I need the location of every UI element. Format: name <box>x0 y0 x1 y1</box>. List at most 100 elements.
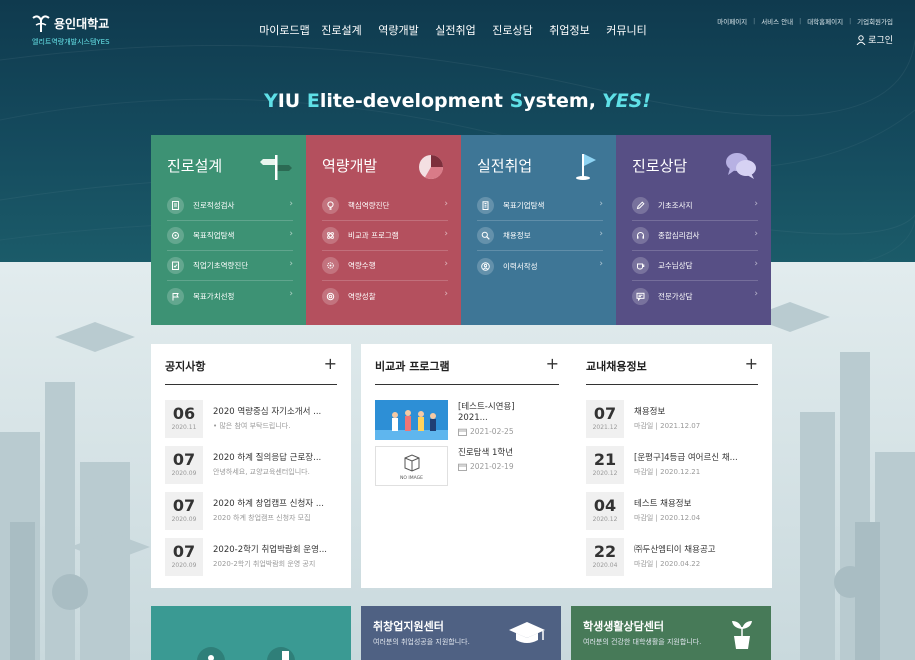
chevron-right-icon: › <box>289 259 293 269</box>
list-item[interactable]: 04 2020.12 테스트 채용정보 마감일 | 2020.12.04 <box>586 492 762 538</box>
utility-links: 마이페이지 | 서비스 안내 | 대학홈페이지 | 기업회원가입 <box>717 16 893 27</box>
chevron-right-icon: › <box>289 199 293 209</box>
item-title: 진로탐색 1학년 <box>458 448 514 458</box>
chevron-right-icon: › <box>754 199 758 209</box>
tile-title[interactable]: 진로설계 <box>167 155 222 176</box>
date-day: 22 <box>593 542 617 561</box>
list-item[interactable]: 07 2021.12 채용정보 마감일 | 2021.12.07 <box>586 400 762 446</box>
divider <box>586 384 758 385</box>
tile-menu: 목표기업탐색 › 채용정보 › 이력서작성 › <box>477 191 603 281</box>
banner-counseling-center[interactable]: 학생생활상담센터 여러분의 건강한 대학생활을 지원합니다. <box>571 606 771 660</box>
banner-quick-links[interactable] <box>151 606 351 660</box>
program-item[interactable]: [테스트-시연용] 2021... 2021-02-25 <box>375 400 565 440</box>
bulb-icon <box>322 197 339 214</box>
menu-item-basic-survey[interactable]: 기초조사지 › <box>632 191 758 221</box>
tile-employment: 실전취업 목표기업탐색 › 채용정보 › 이력서작성 › <box>461 135 616 325</box>
banner-career-center[interactable]: 취창업지원센터 여러분의 취업성공을 지원합니다. <box>361 606 561 660</box>
menu-item-competency-practice[interactable]: 역량수행 › <box>322 251 448 281</box>
menu-item-extracurricular[interactable]: 비교과 프로그램 › <box>322 221 448 251</box>
list-item[interactable]: 22 2020.04 ㈜두산엠티이 채용공고 마감일 | 2020.04.22 <box>586 538 762 584</box>
item-date: 2021-02-19 <box>458 462 514 471</box>
banner-title: 취창업지원센터 <box>373 620 444 633</box>
util-mypage[interactable]: 마이페이지 <box>717 16 747 26</box>
util-separator: | <box>849 17 852 25</box>
item-title-cont: 2021... <box>458 413 488 423</box>
tile-title[interactable]: 실전취업 <box>477 155 532 176</box>
chevron-right-icon: › <box>599 229 603 239</box>
tile-career-design: 진로설계 진로적성검사 › 목표직업탐색 › 직업기초역량진단 › 목표가치선정… <box>151 135 306 325</box>
nav-competency[interactable]: 역량개발 <box>370 22 427 38</box>
item-title: 채용정보 <box>634 407 666 417</box>
date-box: 04 2020.12 <box>586 492 624 530</box>
date-day: 21 <box>593 450 617 469</box>
nav-community[interactable]: 커뮤니티 <box>598 22 655 38</box>
more-plus-icon[interactable]: + <box>546 356 559 372</box>
menu-item-resume[interactable]: 이력서작성 › <box>477 251 603 281</box>
menu-item-aptitude-test[interactable]: 진로적성검사 › <box>167 191 293 221</box>
nav-job-info[interactable]: 취업정보 <box>541 22 598 38</box>
item-title: [운평구]4등급 여어르신 채... <box>634 453 738 463</box>
item-title: 2020 하계 창업캠프 신청자 ... <box>213 499 324 509</box>
chevron-right-icon: › <box>599 259 603 269</box>
more-plus-icon[interactable]: + <box>745 356 758 372</box>
menu-item-reflection[interactable]: 역량성찰 › <box>322 281 448 311</box>
menu-item-expert-counsel[interactable]: 전문가상담 › <box>632 281 758 311</box>
program-board: 비교과 프로그램 + [테스트-시연용] 2021... 2021-02-25 … <box>361 344 573 588</box>
menu-item-label: 교수님상담 <box>658 261 693 270</box>
date-box: 21 2020.12 <box>586 446 624 484</box>
item-deadline: 마감일 | 2020.04.22 <box>634 560 701 568</box>
chevron-right-icon: › <box>289 229 293 239</box>
list-item[interactable]: 21 2020.12 [운평구]4등급 여어르신 채... 마감일 | 2020.1… <box>586 446 762 492</box>
menu-item-target-value[interactable]: 목표가치선정 › <box>167 281 293 311</box>
menu-item-basic-competency[interactable]: 직업기초역량진단 › <box>167 251 293 281</box>
menu-item-professor-counsel[interactable]: 교수님상담 › <box>632 251 758 281</box>
item-deadline: 마감일 | 2020.12.21 <box>634 468 701 476</box>
chevron-right-icon: › <box>444 289 448 299</box>
list-item[interactable]: 07 2020.09 2020-2학기 취업박람회 운영... 2020-2학기 취… <box>165 538 341 584</box>
menu-item-psych-test[interactable]: 종합심리검사 › <box>632 221 758 251</box>
nav-career-design[interactable]: 진로설계 <box>313 22 370 38</box>
item-summary: 2020 하계 창업캠프 신청자 모집 <box>213 514 311 522</box>
chevron-right-icon: › <box>444 229 448 239</box>
date-day: 06 <box>172 404 196 423</box>
banner-subtitle: 여러분의 취업성공을 지원합니다. <box>373 638 470 646</box>
login-button[interactable]: 로그인 <box>856 33 893 46</box>
message-icon <box>632 287 649 305</box>
no-image-label: NO IMAGE <box>400 475 423 481</box>
program-item[interactable]: NO IMAGE 진로탐색 1학년 2021-02-19 <box>375 446 565 486</box>
chevron-right-icon: › <box>599 199 603 209</box>
nav-counseling[interactable]: 진로상담 <box>484 22 541 38</box>
date-day: 07 <box>172 542 196 561</box>
util-separator: | <box>799 17 802 25</box>
menu-item-core-diagnosis[interactable]: 핵심역량진단 › <box>322 191 448 221</box>
menu-item-target-company[interactable]: 목표기업탐색 › <box>477 191 603 221</box>
util-university-home[interactable]: 대학홈페이지 <box>807 16 843 26</box>
list-item[interactable]: 07 2020.09 2020 하계 질의응답 근로장... 안녕하세요, 교양교육… <box>165 446 341 492</box>
flag-icon <box>576 154 596 180</box>
menu-item-label: 핵심역량진단 <box>348 201 390 210</box>
date-box: 07 2020.09 <box>165 538 203 576</box>
date-day: 07 <box>172 450 196 469</box>
board-title: 공지사항 <box>165 360 206 373</box>
tile-title[interactable]: 진로상담 <box>632 155 687 176</box>
board-title: 비교과 프로그램 <box>375 360 450 373</box>
date-ym: 2020.09 <box>171 470 197 477</box>
menu-item-job-info[interactable]: 채용정보 › <box>477 221 603 251</box>
date-ym: 2020.11 <box>171 424 197 431</box>
list-item[interactable]: 06 2020.11 2020 역량중심 자기소개서 ... • 많은 참여 부탁드… <box>165 400 341 446</box>
menu-item-target-job[interactable]: 목표직업탐색 › <box>167 221 293 251</box>
menu-item-label: 종합심리검사 <box>658 231 700 240</box>
util-company-signup[interactable]: 기업회원가입 <box>857 16 893 26</box>
menu-item-label: 기초조사지 <box>658 201 693 210</box>
target-icon <box>167 227 184 244</box>
item-summary: • 많은 참여 부탁드립니다. <box>213 422 291 430</box>
list-item[interactable]: 07 2020.09 2020 하계 창업캠프 신청자 ... 2020 하계 창업… <box>165 492 341 538</box>
util-service-guide[interactable]: 서비스 안내 <box>761 16 793 26</box>
logo-name: 용인대학교 <box>54 17 110 31</box>
nav-myroadmap[interactable]: 마이로드맵 <box>256 22 313 38</box>
tile-title[interactable]: 역량개발 <box>322 155 377 176</box>
more-plus-icon[interactable]: + <box>324 356 337 372</box>
user-icon <box>477 257 494 275</box>
date-box: 07 2020.09 <box>165 492 203 530</box>
nav-employment[interactable]: 실전취업 <box>427 22 484 38</box>
